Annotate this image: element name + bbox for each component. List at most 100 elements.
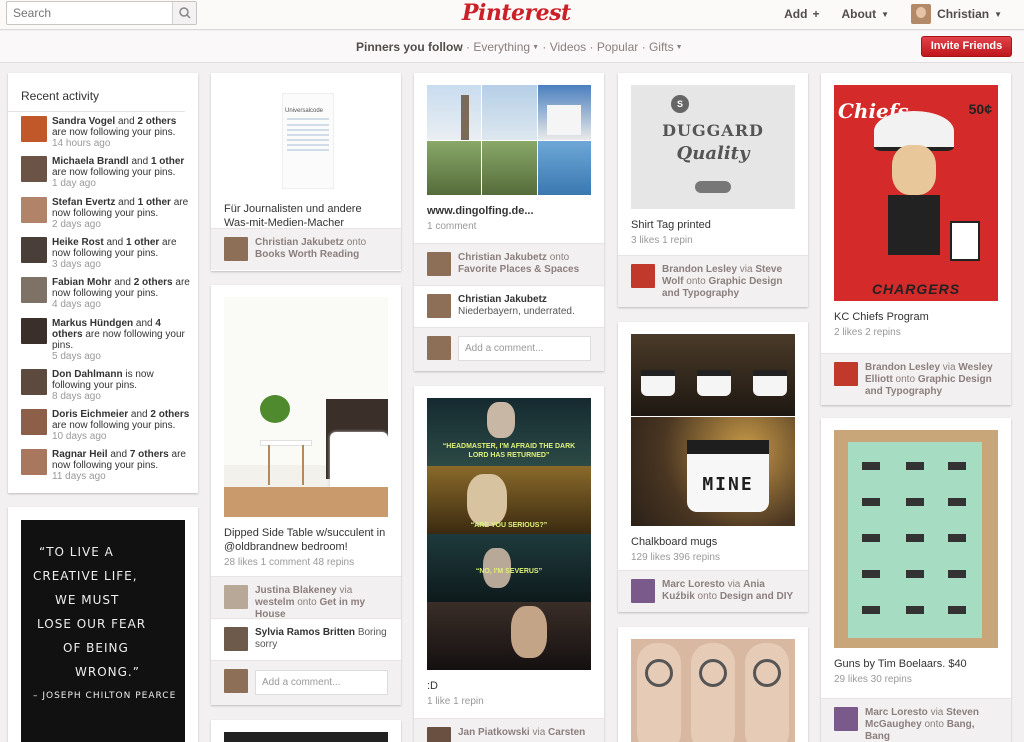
pin-image[interactable]: [427, 85, 591, 195]
add-menu[interactable]: Add +: [784, 7, 819, 21]
pin-image[interactable]: Universalcode: [224, 85, 388, 193]
pin-card[interactable]: Guns by Tim Boelaars. $40 29 likes 30 re…: [821, 418, 1011, 742]
pinner-link[interactable]: Christian Jakubetz: [255, 237, 344, 248]
activity-row[interactable]: Markus Hündgen and 4 others are now foll…: [21, 318, 191, 362]
activity-row[interactable]: Don Dahlmann is now following your pins.…: [21, 369, 191, 402]
board-link[interactable]: Favorite Places & Spaces: [458, 264, 579, 275]
avatar: [21, 277, 47, 303]
activity-row[interactable]: Fabian Mohr and 2 others are now followi…: [21, 277, 191, 310]
pin-card[interactable]: www.dingolfing.de... 1 comment Christian…: [414, 73, 604, 371]
pin-card[interactable]: “TO LIVE A CREATIVE LIFE, WE MUST LOSE O…: [8, 507, 198, 742]
pin-card[interactable]: Universalcode Für Journalisten und ander…: [211, 73, 401, 271]
avatar: [631, 264, 655, 288]
quote-text: OF BEING: [63, 641, 129, 655]
about-menu[interactable]: About ▼: [841, 7, 889, 21]
pinner-link[interactable]: Marc Loresto: [865, 707, 928, 718]
header-nav: Add + About ▼ Christian ▼: [762, 4, 1002, 24]
pin-description[interactable]: www.dingolfing.de...: [427, 204, 591, 218]
nav-separator: ·: [641, 40, 646, 54]
pin-source[interactable]: Marc Loresto via Steven McGaughey onto B…: [821, 698, 1011, 742]
pin-source[interactable]: Justina Blakeney via westelm onto Get in…: [211, 576, 401, 620]
sub-navigation: Pinners you follow · Everything ▼ · Video…: [0, 31, 1024, 63]
activity-row[interactable]: Heike Rost and 1 other are now following…: [21, 237, 191, 270]
comment-input[interactable]: Add a comment...: [458, 336, 591, 361]
pin-image[interactable]: Chiefs 50¢ CHARGERS: [834, 85, 998, 301]
pinner-link[interactable]: Brandon Lesley: [865, 362, 940, 373]
commenter-link[interactable]: Sylvia Ramos Britten: [255, 627, 355, 638]
pin-stats: 129 likes 396 repins: [631, 552, 720, 563]
meme-caption: “NO, I'M SEVERUS”: [475, 568, 543, 575]
pin-card[interactable]: S DUGGARD Quality Shirt Tag printed 3 li…: [618, 73, 808, 307]
pin-description: Guns by Tim Boelaars. $40: [834, 658, 967, 670]
pin-source[interactable]: Christian Jakubetz onto Favorite Places …: [414, 243, 604, 285]
avatar: [224, 585, 248, 609]
avatar: [21, 369, 47, 395]
about-label: About: [841, 7, 877, 21]
user-menu[interactable]: Christian ▼: [911, 4, 1002, 24]
pin-image[interactable]: [631, 639, 795, 742]
pin-description: Chalkboard mugs: [631, 536, 718, 548]
pin-description: Shirt Tag printed: [631, 219, 711, 231]
board-link[interactable]: Books Worth Reading: [255, 249, 359, 260]
nav-gifts[interactable]: Gifts: [649, 40, 674, 54]
pin-card[interactable]: “HEADMASTER, I'M AFRAID THE DARK LORD HA…: [414, 386, 604, 742]
search-icon: [179, 7, 191, 19]
pin-source[interactable]: Brandon Lesley via Steve Wolf onto Graph…: [618, 255, 808, 307]
nav-videos[interactable]: Videos: [550, 40, 586, 54]
via-link[interactable]: Carsten: [548, 727, 585, 738]
pin-source[interactable]: Brandon Lesley via Wesley Elliott onto G…: [821, 353, 1011, 405]
activity-row[interactable]: Sandra Vogel and 2 others are now follow…: [21, 116, 191, 149]
via-link[interactable]: westelm: [255, 597, 294, 608]
activity-row[interactable]: Doris Eichmeier and 2 others are now fol…: [21, 409, 191, 442]
pin-image[interactable]: MINE: [631, 334, 795, 526]
avatar: [427, 336, 451, 360]
nav-popular[interactable]: Popular: [597, 40, 638, 54]
nav-separator: ·: [589, 40, 594, 54]
pin-image[interactable]: [834, 430, 998, 648]
invite-friends-button[interactable]: Invite Friends: [921, 36, 1012, 57]
board-link[interactable]: Design and DIY: [720, 591, 793, 602]
activity-row[interactable]: Ragnar Heil and 7 others are now followi…: [21, 449, 191, 482]
pinner-link[interactable]: Jan Piatkowski: [458, 727, 530, 738]
pinner-link[interactable]: Justina Blakeney: [255, 585, 337, 596]
pinner-link[interactable]: Marc Loresto: [662, 579, 725, 590]
pin-stats: 3 likes 1 repin: [631, 235, 693, 246]
mug-text: MINE: [702, 474, 754, 495]
pin-source[interactable]: Marc Loresto via Ania Kuźbik onto Design…: [618, 570, 808, 612]
comment-input[interactable]: Add a comment...: [255, 670, 388, 695]
book-title: Universalcode: [285, 108, 324, 114]
meme-caption: “ARE YOU SERIOUS?”: [470, 522, 548, 529]
pin-source[interactable]: Jan Piatkowski via Carsten: [414, 718, 604, 742]
pin-stats: 29 likes 30 repins: [834, 674, 912, 685]
pin-image[interactable]: “HEADMASTER, I'M AFRAID THE DARK LORD HA…: [427, 398, 591, 670]
pin-card[interactable]: Dipped Side Table w/succulent in @oldbra…: [211, 285, 401, 705]
pin-card[interactable]: [618, 627, 808, 742]
quote-text: CREATIVE LIFE,: [33, 569, 138, 583]
nav-everything[interactable]: Everything: [473, 40, 530, 54]
nav-pinners-you-follow[interactable]: Pinners you follow: [356, 40, 463, 54]
search-input[interactable]: [7, 2, 173, 24]
search-box[interactable]: [6, 1, 197, 25]
quote-text: WE MUST: [55, 593, 120, 607]
pin-card[interactable]: Chiefs 50¢ CHARGERS KC Chiefs Program 2 …: [821, 73, 1011, 405]
search-button[interactable]: [172, 2, 196, 24]
pin-card[interactable]: MINE Chalkboard mugs 129 likes 396 repin…: [618, 322, 808, 612]
commenter-link[interactable]: Christian Jakubetz: [458, 294, 547, 305]
pinner-link[interactable]: Brandon Lesley: [662, 264, 737, 275]
pin-image[interactable]: [224, 297, 388, 517]
pinterest-logo[interactable]: Pinterest: [462, 0, 571, 28]
activity-row[interactable]: Michaela Brandl and 1 other are now foll…: [21, 156, 191, 189]
nav-separator: ·: [466, 40, 471, 54]
pin-image[interactable]: “TO LIVE A CREATIVE LIFE, WE MUST LOSE O…: [21, 520, 185, 742]
recent-activity-title: Recent activity: [8, 73, 185, 112]
pin-source[interactable]: Christian Jakubetz onto Books Worth Read…: [211, 228, 401, 270]
pin-image[interactable]: S DUGGARD Quality: [631, 85, 795, 209]
pinner-link[interactable]: Christian Jakubetz: [458, 252, 547, 263]
avatar: [21, 237, 47, 263]
pin-image[interactable]: [224, 732, 388, 742]
pin-card[interactable]: [211, 720, 401, 742]
tag-text: Quality: [676, 143, 750, 164]
activity-row[interactable]: Stefan Evertz and 1 other are now follow…: [21, 197, 191, 230]
avatar: [911, 4, 932, 24]
add-label: Add: [784, 7, 808, 21]
